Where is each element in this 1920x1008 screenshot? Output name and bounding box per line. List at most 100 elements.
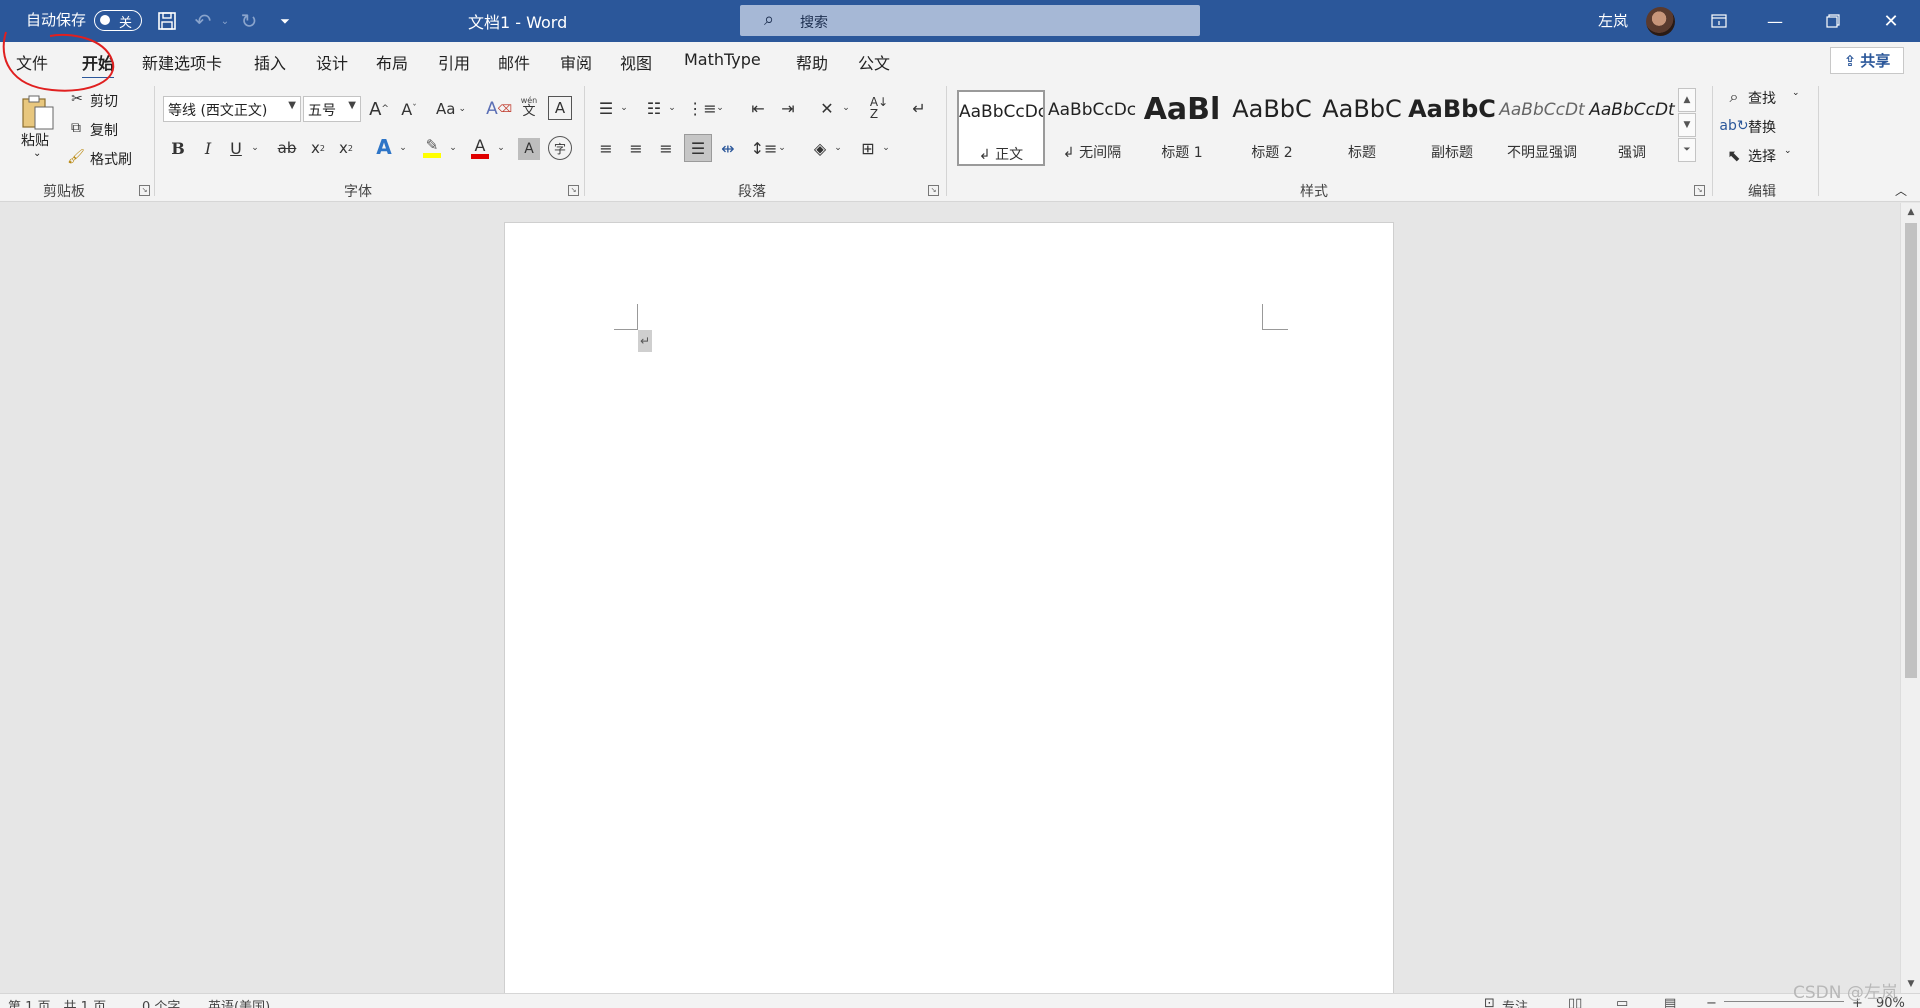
find-label[interactable]: 查找: [1748, 88, 1776, 108]
style-heading-1[interactable]: AaBl 标题 1: [1138, 90, 1226, 166]
phonetic-guide-icon[interactable]: wén 文: [516, 92, 542, 122]
tab-insert[interactable]: 插入: [254, 50, 286, 74]
align-right-icon[interactable]: ≡: [654, 136, 678, 160]
undo-dropdown-icon[interactable]: ⌄: [212, 8, 238, 34]
replace-label[interactable]: 替换: [1748, 117, 1776, 137]
line-spacing-icon[interactable]: ↕≡: [751, 136, 778, 160]
language-indicator[interactable]: 英语(美国): [208, 996, 270, 1008]
search-box[interactable]: ⌕ 搜索: [740, 5, 1200, 36]
chevron-down-icon[interactable]: ⌄: [248, 136, 262, 160]
tab-design[interactable]: 设计: [316, 50, 348, 74]
read-mode-icon[interactable]: ▯▯: [1568, 996, 1582, 1008]
tab-mailings[interactable]: 邮件: [498, 50, 530, 74]
align-left-icon[interactable]: ≡: [594, 136, 618, 160]
chinese-layout-icon[interactable]: ✕: [814, 96, 840, 120]
tab-new-tab[interactable]: 新建选项卡: [142, 50, 222, 74]
focus-icon[interactable]: ⊡: [1484, 996, 1495, 1008]
gallery-scroll-down-icon[interactable]: ▼: [1678, 113, 1696, 137]
print-layout-icon[interactable]: ▭: [1616, 996, 1628, 1008]
style-heading-2[interactable]: AaBbC 标题 2: [1228, 90, 1316, 166]
copy-label[interactable]: 复制: [90, 120, 118, 140]
tab-view[interactable]: 视图: [620, 50, 652, 74]
clipboard-launcher-icon[interactable]: ↘: [139, 185, 150, 196]
web-layout-icon[interactable]: ▤: [1664, 996, 1676, 1008]
chevron-down-icon[interactable]: ⌄: [840, 96, 852, 120]
redo-icon[interactable]: ↻: [236, 8, 262, 34]
cut-label[interactable]: 剪切: [90, 91, 118, 111]
font-launcher-icon[interactable]: ↘: [568, 185, 579, 196]
chevron-down-icon[interactable]: ⌄: [832, 136, 844, 160]
select-cursor-icon[interactable]: ⬉: [1724, 144, 1744, 166]
chevron-down-icon[interactable]: ⌄: [396, 136, 410, 160]
show-formatting-marks-icon[interactable]: ↵: [906, 96, 932, 120]
tab-home[interactable]: 开始: [82, 50, 115, 80]
scroll-down-icon[interactable]: ▼: [1901, 975, 1920, 993]
bold-icon[interactable]: B: [166, 136, 190, 160]
avatar[interactable]: [1646, 7, 1675, 36]
gallery-more-icon[interactable]: ⏷: [1678, 138, 1696, 162]
chevron-down-icon[interactable]: ⌄: [880, 136, 892, 160]
distributed-icon[interactable]: ⇹: [716, 136, 740, 160]
replace-icon[interactable]: ab↻: [1719, 115, 1748, 137]
sort-icon[interactable]: A↓ Z: [866, 94, 892, 122]
style-no-spacing[interactable]: AaBbCcDc ↲ 无间隔: [1048, 90, 1136, 166]
scroll-up-icon[interactable]: ▲: [1901, 203, 1920, 221]
chevron-down-icon[interactable]: ⌄: [1784, 146, 1792, 156]
chevron-down-icon[interactable]: ⌄: [618, 96, 630, 120]
chevron-down-icon[interactable]: ⌄: [494, 136, 508, 160]
italic-icon[interactable]: I: [196, 136, 220, 160]
text-effects-icon[interactable]: A: [372, 134, 396, 160]
customize-toolbar-icon[interactable]: ⏷: [272, 8, 298, 34]
vertical-scrollbar[interactable]: ▲ ▼: [1900, 203, 1920, 993]
justify-icon[interactable]: ☰: [684, 134, 712, 162]
collapse-ribbon-icon[interactable]: ︿: [1892, 182, 1910, 198]
align-center-icon[interactable]: ≡: [624, 136, 648, 160]
decrease-indent-icon[interactable]: ⇤: [746, 96, 770, 120]
word-count[interactable]: 0 个字: [142, 996, 180, 1008]
style-subtitle[interactable]: AaBbC 副标题: [1408, 90, 1496, 166]
multilevel-list-icon[interactable]: ⋮≡: [687, 96, 716, 120]
autosave-toggle[interactable]: 关: [94, 10, 142, 31]
highlight-icon[interactable]: ✎: [420, 134, 444, 162]
bullets-icon[interactable]: ☰: [594, 96, 618, 120]
superscript-icon[interactable]: x2: [334, 136, 358, 160]
character-shading-icon[interactable]: A: [518, 138, 540, 160]
tab-file[interactable]: 文件: [16, 50, 48, 74]
paste-dropdown-icon[interactable]: ⌄: [33, 148, 41, 159]
find-icon[interactable]: ⌕: [1724, 86, 1744, 108]
increase-indent-icon[interactable]: ⇥: [776, 96, 800, 120]
tab-gongwen[interactable]: 公文: [858, 50, 890, 74]
format-painter-label[interactable]: 格式刷: [90, 149, 132, 169]
numbering-icon[interactable]: ☷: [642, 96, 666, 120]
select-label[interactable]: 选择: [1748, 146, 1776, 166]
gallery-scroll-up-icon[interactable]: ▲: [1678, 88, 1696, 112]
strikethrough-icon[interactable]: ab: [274, 136, 300, 160]
share-button[interactable]: ⇪ 共享: [1830, 47, 1904, 74]
restore-icon[interactable]: [1806, 0, 1860, 42]
tab-review[interactable]: 审阅: [560, 50, 592, 74]
user-name[interactable]: 左岚: [1598, 10, 1628, 31]
tab-layout[interactable]: 布局: [376, 50, 408, 74]
paste-icon[interactable]: [18, 92, 60, 134]
character-border-icon[interactable]: A: [548, 96, 572, 120]
copy-icon[interactable]: ⧉: [66, 118, 86, 138]
zoom-out-icon[interactable]: −: [1706, 996, 1717, 1008]
style-normal[interactable]: AaBbCcDc ↲ 正文: [957, 90, 1045, 166]
chevron-down-icon[interactable]: ⌄: [666, 96, 678, 120]
font-size-combo[interactable]: 五号 ▼: [303, 96, 361, 122]
tab-references[interactable]: 引用: [438, 50, 470, 74]
font-name-combo[interactable]: 等线 (西文正文) ▼: [163, 96, 301, 122]
underline-icon[interactable]: U: [224, 136, 248, 160]
shading-icon[interactable]: ◈: [808, 136, 832, 160]
tab-mathtype[interactable]: MathType: [684, 50, 761, 69]
chevron-down-icon[interactable]: ⌄: [446, 136, 460, 160]
borders-icon[interactable]: ⊞: [856, 136, 880, 160]
change-case-button[interactable]: Aa ⌄: [432, 96, 470, 122]
font-color-icon[interactable]: A: [468, 134, 492, 162]
grow-font-icon[interactable]: A ^: [366, 96, 392, 122]
style-emphasis[interactable]: AaBbCcDt 强调: [1588, 90, 1676, 166]
cut-icon[interactable]: ✂: [68, 89, 86, 109]
tab-help[interactable]: 帮助: [796, 50, 828, 74]
focus-label[interactable]: 专注: [1502, 996, 1528, 1008]
minimize-icon[interactable]: —: [1748, 0, 1802, 42]
